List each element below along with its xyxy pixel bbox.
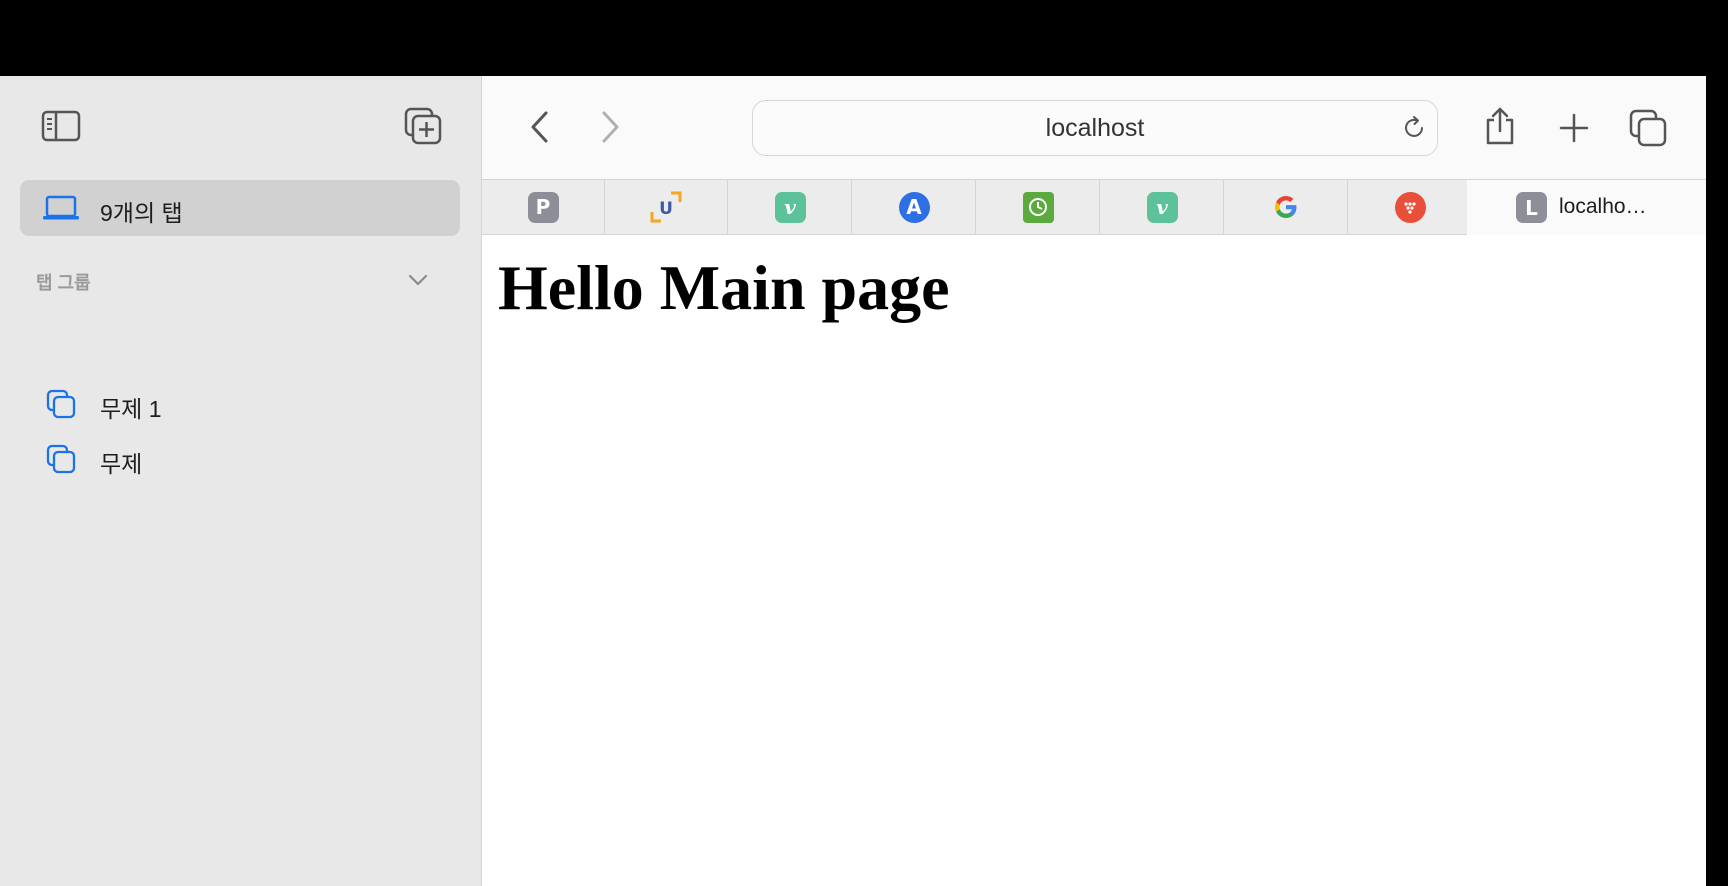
red-dots-icon (1394, 191, 1426, 223)
sidebar-item-label: 무제 (100, 451, 143, 477)
tab-overview-button[interactable] (1626, 106, 1670, 150)
sidebar-item-group-1[interactable]: 무제 1 (46, 383, 426, 423)
sidebar-item-group-2[interactable]: 무제 (46, 438, 426, 478)
google-icon (1275, 196, 1297, 218)
pinned-tab-3[interactable]: v (729, 180, 852, 234)
safari-window: 9개의 탭 탭 그룹 무제 1 무제 localhost P U v A v L… (0, 76, 1706, 886)
pinned-tab-4[interactable]: A (853, 180, 976, 234)
web-content: Hello Main page (482, 235, 1706, 886)
sidebar: 9개의 탭 탭 그룹 무제 1 무제 (0, 76, 482, 886)
tab-group-icon (46, 389, 76, 419)
address-bar[interactable]: localhost (752, 100, 1438, 156)
green-clock-icon (1022, 191, 1054, 223)
tab-groups-label: 탭 그룹 (36, 273, 91, 293)
share-icon (1486, 107, 1514, 145)
page-heading: Hello Main page (498, 252, 950, 323)
tab-strip: P U v A v L localho… (482, 179, 1706, 235)
sidebar-item-all-tabs[interactable]: 9개의 탭 (20, 180, 460, 236)
toolbar: localhost (482, 76, 1706, 179)
new-tab-button[interactable] (1552, 106, 1596, 150)
laptop-icon (43, 195, 79, 220)
p-letter-icon: P (527, 191, 559, 223)
active-tab-title: localho… (1559, 195, 1647, 218)
tab-group-icon (46, 444, 76, 474)
u-bracket-icon: U (650, 191, 682, 223)
l-letter-icon: L (1516, 192, 1547, 223)
new-tab-group-icon (404, 107, 442, 145)
share-button[interactable] (1478, 104, 1522, 148)
vimeo-icon: v (774, 191, 806, 223)
reload-icon[interactable] (1401, 115, 1427, 141)
chevron-left-icon (531, 111, 548, 143)
pinned-tab-6[interactable]: v (1101, 180, 1224, 234)
pinned-tab-7[interactable] (1225, 180, 1348, 234)
pinned-tab-5[interactable] (977, 180, 1100, 234)
pinned-tab-1[interactable]: P (482, 180, 605, 234)
forward-button[interactable] (588, 105, 632, 149)
new-tab-group-button[interactable] (403, 106, 443, 146)
svg-text:U: U (659, 199, 673, 219)
sidebar-icon (41, 110, 81, 142)
tab-overview-icon (1629, 109, 1667, 147)
back-button[interactable] (518, 105, 562, 149)
vimeo-icon: v (1146, 191, 1178, 223)
chevron-down-icon[interactable] (404, 266, 432, 294)
chevron-right-icon (602, 111, 619, 143)
a-letter-icon: A (898, 191, 930, 223)
url-text: localhost (1045, 114, 1145, 142)
sidebar-item-label: 9개의 탭 (100, 200, 183, 226)
tab-groups-header[interactable]: 탭 그룹 (36, 266, 436, 296)
active-tab[interactable]: L localho… (1467, 180, 1706, 235)
browser-main: localhost P U v A v L localho… Hello Mai… (482, 76, 1706, 886)
plus-icon (1559, 113, 1589, 143)
sidebar-item-label: 무제 1 (100, 396, 162, 422)
pinned-tab-8[interactable] (1349, 180, 1472, 234)
sidebar-toggle-button[interactable] (41, 106, 81, 146)
pinned-tab-2[interactable]: U (605, 180, 728, 234)
